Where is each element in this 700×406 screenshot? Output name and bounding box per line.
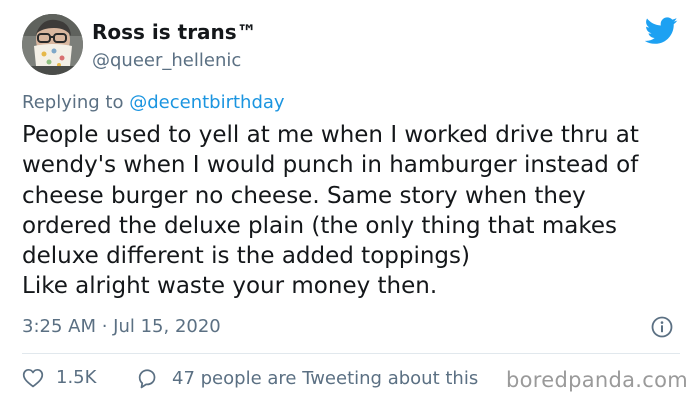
replying-to-label: Replying to xyxy=(22,92,124,113)
tweet-text-line: wendy's when I would punch in hamburger … xyxy=(22,152,639,179)
twitter-bird-icon[interactable] xyxy=(645,17,678,45)
like-button[interactable]: 1.5K xyxy=(22,367,96,388)
info-icon[interactable] xyxy=(651,316,673,338)
replying-to-line: Replying to @decentbirthday xyxy=(22,92,285,113)
avatar-image xyxy=(22,14,83,75)
speech-bubble-icon xyxy=(138,369,156,389)
heart-icon xyxy=(22,368,44,387)
avatar[interactable] xyxy=(22,14,83,75)
tweet-body: People used to yell at me when I worked … xyxy=(22,120,682,302)
tweet-text-line: deluxe different is the added toppings) xyxy=(22,243,470,270)
tweet-text-line: cheese burger no cheese. Same story when… xyxy=(22,182,586,209)
people-tweeting-text: 47 people are Tweeting about this xyxy=(172,367,479,389)
tweet-text-line: ordered the deluxe plain (the only thing… xyxy=(22,212,618,239)
author-display-name[interactable]: Ross is trans™ xyxy=(92,20,257,44)
reply-mention-link[interactable]: @decentbirthday xyxy=(129,92,284,113)
tweet-text-line: Like alright waste your money then. xyxy=(22,273,438,300)
divider xyxy=(22,353,680,354)
tweet-text-line: People used to yell at me when I worked … xyxy=(22,122,639,148)
people-tweeting-link[interactable]: 47 people are Tweeting about this xyxy=(136,367,478,389)
tweet-timestamp[interactable]: 3:25 AM · Jul 15, 2020 xyxy=(22,316,221,337)
author-handle[interactable]: @queer_hellenic xyxy=(92,50,241,71)
like-count: 1.5K xyxy=(56,367,97,388)
watermark: boredpanda.com xyxy=(506,368,689,392)
